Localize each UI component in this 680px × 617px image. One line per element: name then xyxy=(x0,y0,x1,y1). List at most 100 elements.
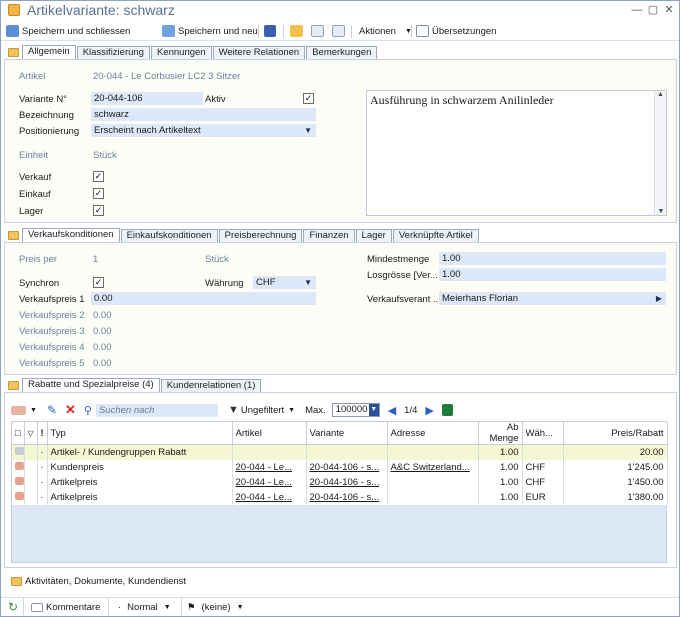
tab-finanzen[interactable]: Finanzen xyxy=(303,229,355,242)
cell-menge: 1.00 xyxy=(478,444,523,460)
cell-artikel[interactable]: 20-044 - Le... xyxy=(232,459,307,475)
cell-variante[interactable]: 20-044-106 - s... xyxy=(306,459,388,475)
tab-preisberechnung[interactable]: Preisberechnung xyxy=(218,229,303,242)
cell-preis: 1'450.00 xyxy=(563,474,668,490)
doc-icon[interactable]: □ xyxy=(12,422,25,445)
folder-icon xyxy=(8,231,19,240)
vp1-label: Verkaufspreis 1 xyxy=(19,294,85,305)
flag-select[interactable]: ⚑ (keine) ▼ xyxy=(187,602,244,613)
grid-toolbar: ▼ ✎ ✕ ⚲ Suchen nach ▼ Ungefiltert ▼ Max.… xyxy=(11,402,667,418)
excel-icon[interactable] xyxy=(441,404,453,416)
cell-artikel[interactable]: 20-044 - Le... xyxy=(232,489,307,505)
col-typ[interactable]: Typ xyxy=(47,422,233,445)
translations-button[interactable]: Übersetzungen xyxy=(416,21,496,41)
cell-artikel[interactable]: 20-044 - Le... xyxy=(232,474,307,490)
save-close-button[interactable]: Speichern und schliessen xyxy=(6,21,130,41)
search-input[interactable]: Suchen nach xyxy=(95,403,218,417)
cell-typ: Artikel- / Kundengruppen Rabatt xyxy=(47,444,233,460)
einheit-label: Einheit xyxy=(19,150,49,161)
export-icon xyxy=(311,25,324,37)
tab-einkaufskonditionen[interactable]: Einkaufskonditionen xyxy=(120,229,218,242)
tab-verkaufskonditionen[interactable]: Verkaufskonditionen xyxy=(22,228,120,242)
last-page-icon[interactable]: ▶ xyxy=(425,404,433,417)
table-row[interactable]: · Artikelpreis 20-044 - Le... 20-044-106… xyxy=(12,489,668,505)
vp1-field[interactable]: 0.00 xyxy=(91,292,316,305)
tab-rabatte[interactable]: Rabatte und Spezialpreise (4) xyxy=(22,378,160,392)
variante-label: Variante N° xyxy=(19,94,67,105)
maximize-icon[interactable]: ▢ xyxy=(646,4,660,17)
col-adresse[interactable]: Adresse xyxy=(387,422,479,445)
comments-button[interactable]: Kommentare xyxy=(31,602,100,613)
pencil-icon[interactable]: ✎ xyxy=(47,403,57,417)
separator xyxy=(411,25,412,38)
delete-icon[interactable]: ✕ xyxy=(65,402,76,418)
print-button[interactable] xyxy=(332,21,345,41)
first-page-icon[interactable]: ◀ xyxy=(388,404,396,417)
tab-lager[interactable]: Lager xyxy=(355,229,392,242)
priority-icon[interactable]: ! xyxy=(37,422,48,445)
close-icon[interactable]: ✕ xyxy=(662,4,676,17)
tab-weitere-relationen[interactable]: Weitere Relationen xyxy=(212,46,306,59)
chevron-down-icon[interactable]: ▼ xyxy=(288,407,295,414)
positionierung-select[interactable]: Erscheint nach Artikeltext ▼ xyxy=(91,124,316,137)
general-panel: Artikel 20-044 - Le Corbusier LC2 3 Sitz… xyxy=(4,59,677,223)
tab-verknuepfte-artikel[interactable]: Verknüpfte Artikel xyxy=(392,229,479,242)
add-discount-icon[interactable] xyxy=(11,405,26,415)
chevron-down-icon: ▼ xyxy=(163,604,171,611)
actions-menu[interactable]: Aktionen ▼ xyxy=(359,21,412,41)
max-value: 100000 xyxy=(335,404,368,415)
aktiv-checkbox[interactable]: ✓ xyxy=(303,93,314,104)
cell-adresse xyxy=(387,474,479,490)
flag-icon: ⚑ xyxy=(187,602,196,613)
save-button[interactable] xyxy=(264,21,276,41)
verkauf-checkbox[interactable]: ✓ xyxy=(93,171,104,182)
refresh-icon[interactable]: ↻ xyxy=(8,600,18,614)
filter-icon[interactable]: ▼ xyxy=(228,404,239,416)
einkauf-checkbox[interactable]: ✓ xyxy=(93,188,104,199)
table-row[interactable]: · Artikel- / Kundengruppen Rabatt 1.00 2… xyxy=(12,444,668,460)
filter-label[interactable]: Ungefiltert xyxy=(241,405,284,416)
col-artikel[interactable]: Artikel xyxy=(232,422,307,445)
activities-section[interactable]: Aktivitäten, Dokumente, Kundendienst xyxy=(11,576,186,587)
col-preis[interactable]: Preis/Rabatt xyxy=(563,422,668,445)
vp3-value: 0.00 xyxy=(93,326,112,337)
cell-variante[interactable]: 20-044-106 - s... xyxy=(306,474,388,490)
cell-typ: Artikelpreis xyxy=(47,489,233,505)
discount-table: □ ▽ ! Typ Artikel Variante Adresse Ab Me… xyxy=(12,422,668,505)
bezeichnung-field[interactable]: schwarz xyxy=(91,108,316,121)
minimize-icon[interactable]: — xyxy=(630,4,644,17)
vp2-value: 0.00 xyxy=(93,310,112,321)
tab-bemerkungen[interactable]: Bemerkungen xyxy=(306,46,378,59)
verantwortlich-select[interactable]: Meierhans Florian ▶ xyxy=(439,292,666,305)
tab-klassifizierung[interactable]: Klassifizierung xyxy=(76,46,150,59)
description-textarea[interactable]: Ausführung in schwarzem Anilinleder ▲ ▼ xyxy=(366,90,667,216)
mindestmenge-field[interactable]: 1.00 xyxy=(439,252,666,265)
col-waehrung[interactable]: Wäh... xyxy=(522,422,564,445)
separator xyxy=(351,25,352,38)
tab-kundenrelationen[interactable]: Kundenrelationen (1) xyxy=(160,379,262,392)
lager-checkbox[interactable]: ✓ xyxy=(93,205,104,216)
save-new-icon xyxy=(162,25,175,37)
cell-variante[interactable]: 20-044-106 - s... xyxy=(306,489,388,505)
aktiv-label: Aktiv xyxy=(205,94,226,105)
synchron-checkbox[interactable]: ✓ xyxy=(93,277,104,288)
chevron-down-icon: ▼ xyxy=(368,404,379,416)
max-select[interactable]: 100000 ▼ xyxy=(331,403,380,417)
cell-adresse[interactable]: A&C Switzerland... xyxy=(387,459,479,475)
mail-button[interactable] xyxy=(290,21,303,41)
vertical-scrollbar[interactable]: ▲ ▼ xyxy=(654,91,666,215)
filter-col-icon[interactable]: ▽ xyxy=(24,422,38,445)
col-ab-menge[interactable]: Ab Menge xyxy=(478,422,523,445)
waehrung-select[interactable]: CHF ▼ xyxy=(253,276,316,289)
table-row[interactable]: · Artikelpreis 20-044 - Le... 20-044-106… xyxy=(12,474,668,490)
table-row[interactable]: · Kundenpreis 20-044 - Le... 20-044-106 … xyxy=(12,459,668,475)
priority-select[interactable]: · Normal ▼ xyxy=(118,602,171,613)
losgroesse-field[interactable]: 1.00 xyxy=(439,268,666,281)
tab-kennungen[interactable]: Kennungen xyxy=(150,46,212,59)
save-new-button[interactable]: Speichern und neu xyxy=(162,21,258,41)
tab-allgemein[interactable]: Allgemein xyxy=(22,45,76,59)
export-button[interactable] xyxy=(311,21,324,41)
variante-field[interactable]: 20-044-106 xyxy=(91,92,203,105)
chevron-down-icon[interactable]: ▼ xyxy=(30,407,37,414)
col-variante[interactable]: Variante xyxy=(306,422,388,445)
